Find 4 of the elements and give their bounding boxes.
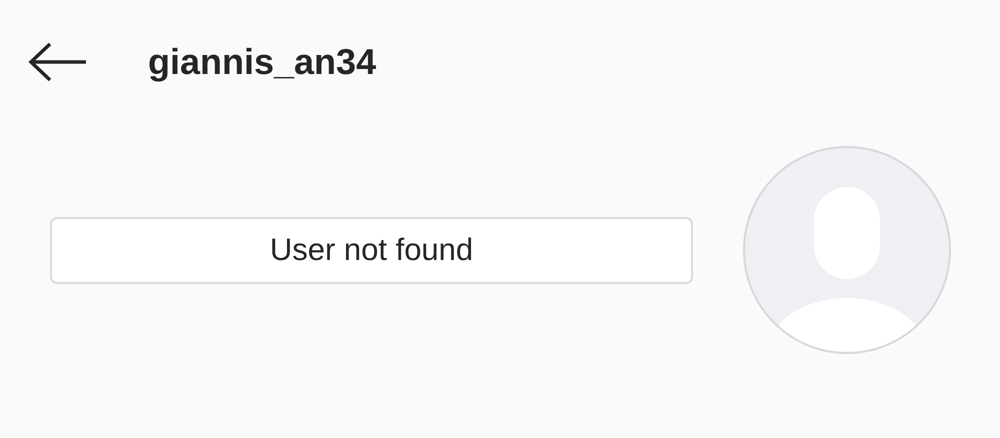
username: giannis_an34	[148, 40, 376, 84]
back-arrow-icon[interactable]	[28, 42, 88, 82]
user-not-found-button[interactable]: User not found	[50, 216, 693, 284]
avatar-placeholder-icon	[742, 145, 952, 355]
